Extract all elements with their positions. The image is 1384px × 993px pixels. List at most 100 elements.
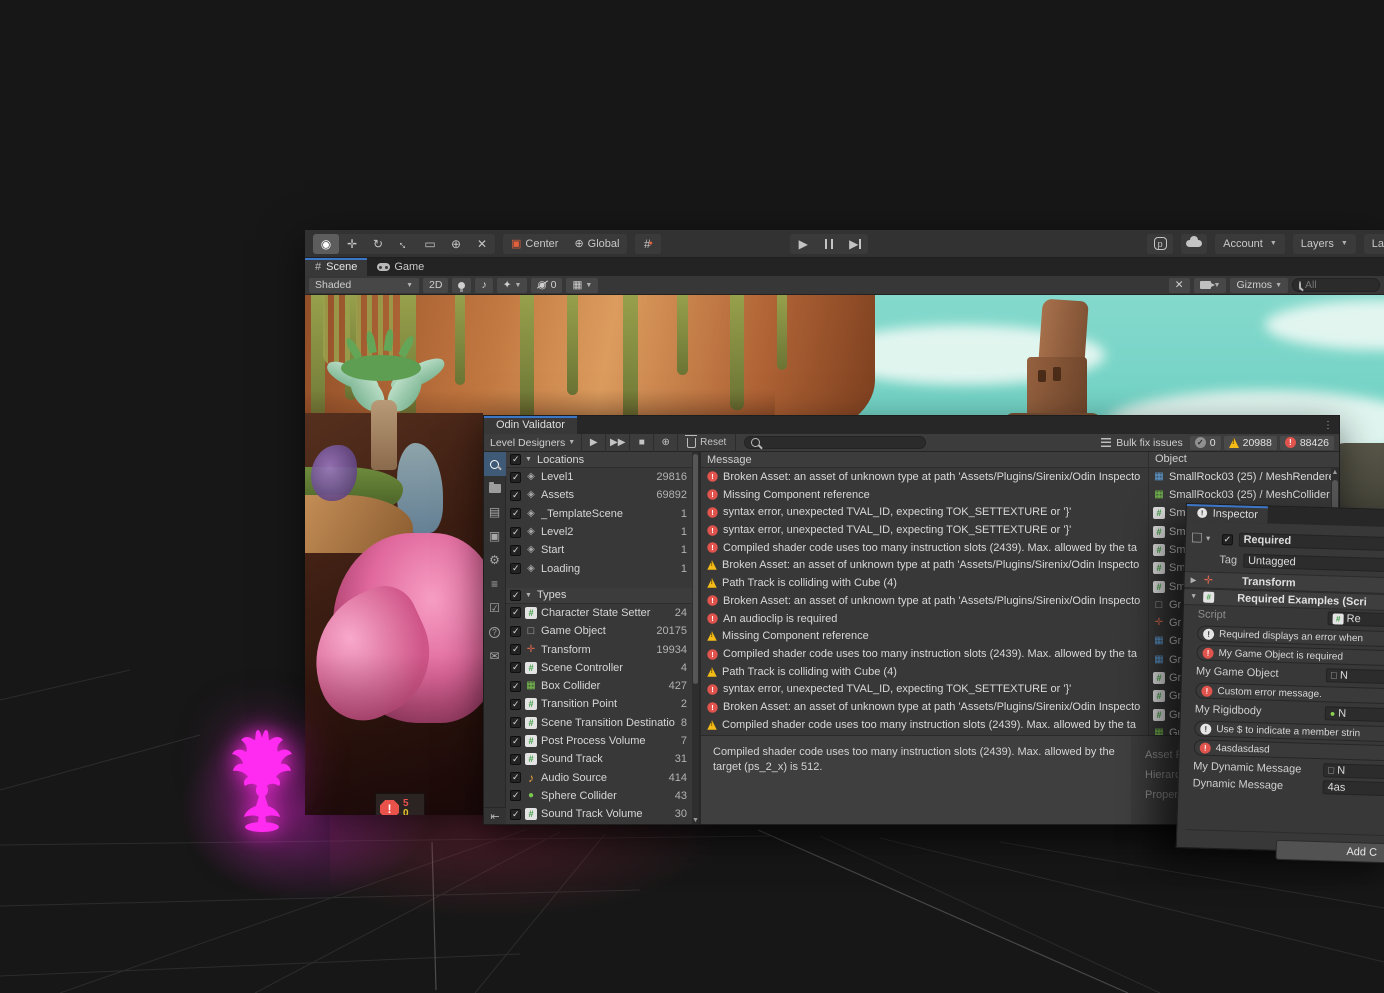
pivot-global-button[interactable]: ⊕Global [566, 234, 627, 254]
tab-game[interactable]: Game [367, 258, 434, 276]
magenta-plant-model[interactable] [228, 728, 296, 832]
message-row[interactable]: Broken Asset: an asset of unknown type a… [701, 468, 1148, 486]
object-row[interactable]: SmallRock03 (25) / MeshRendere [1149, 468, 1339, 486]
checkbox[interactable] [510, 590, 521, 601]
checkbox[interactable] [510, 644, 521, 655]
rect-tool-button[interactable]: ▭ [417, 234, 443, 254]
gizmos-dropdown[interactable]: Gizmos▼ [1230, 278, 1288, 293]
type-filter-row[interactable]: Post Process Volume 7 [506, 732, 699, 750]
layers-dropdown[interactable]: Layers▼ [1293, 234, 1356, 254]
step-button[interactable]: ▶ [842, 234, 868, 254]
checkbox[interactable] [510, 490, 521, 501]
cloud-button[interactable] [1181, 234, 1207, 254]
scroll-down-icon[interactable]: ▼ [692, 817, 699, 824]
message-row[interactable]: Missing Component reference [701, 486, 1148, 504]
message-row[interactable]: Compiled shader code uses too many instr… [701, 716, 1148, 734]
type-filter-row[interactable]: Transition Point 2 [506, 695, 699, 713]
scale-tool-button[interactable]: ↔ [391, 234, 417, 254]
validator-tab[interactable]: Odin Validator [484, 416, 577, 434]
message-row[interactable]: Compiled shader code uses too many instr… [701, 645, 1148, 663]
checkbox[interactable] [510, 472, 521, 483]
scene-validation-badge[interactable]: 5 0 [375, 793, 425, 815]
message-row[interactable]: syntax error, unexpected TVAL_ID, expect… [701, 503, 1148, 521]
help-icon[interactable]: ? [484, 620, 506, 644]
checkbox[interactable] [510, 790, 521, 801]
kebab-menu-icon[interactable]: ⋮ [1323, 420, 1333, 431]
reset-button[interactable]: Reset [678, 434, 736, 452]
message-row[interactable]: Path Track is colliding with Cube (4) [701, 663, 1148, 681]
run-button[interactable]: ▶ [582, 434, 606, 452]
checkbox[interactable] [510, 607, 521, 618]
stack-view-icon[interactable]: ≡ [484, 572, 506, 596]
filter-scrollbar[interactable]: ▼ [692, 452, 699, 824]
checkbox[interactable] [510, 454, 521, 465]
audio-toggle[interactable]: ♪ [475, 278, 492, 293]
scrollbar-thumb[interactable] [693, 454, 698, 684]
checkbox[interactable] [510, 717, 521, 728]
type-filter-row[interactable]: Sound Track Volume 30 [506, 805, 699, 823]
my-dynamic-message-field[interactable]: □N [1323, 763, 1384, 779]
location-filter-row[interactable]: Level1 29816 [506, 468, 699, 486]
checkbox[interactable] [510, 754, 521, 765]
pivot-center-button[interactable]: ▣Center [503, 234, 566, 254]
error-count-badge[interactable]: 88426 [1280, 436, 1334, 450]
foldout-triangle-icon[interactable]: ▼ [525, 456, 533, 463]
version-control-button[interactable]: p [1147, 234, 1173, 254]
checkbox[interactable] [510, 809, 521, 820]
foldout-triangle-icon[interactable]: ▼ [1190, 593, 1198, 600]
custom-tools-button[interactable]: ✕ [469, 234, 495, 254]
grid-snap-button[interactable]: #● [635, 234, 661, 254]
type-filter-row[interactable]: Sphere Collider 43 [506, 787, 699, 805]
account-dropdown[interactable]: Account▼ [1215, 234, 1285, 254]
type-filter-row[interactable]: Transform 19934 [506, 640, 699, 658]
shading-mode-dropdown[interactable]: Shaded▼ [309, 278, 419, 293]
object-column-header[interactable]: Object [1149, 452, 1339, 468]
effects-dropdown[interactable]: ✦▼ [497, 278, 528, 293]
message-column-header[interactable]: Message [701, 452, 1148, 468]
message-row[interactable]: Missing Component reference [701, 627, 1148, 645]
list-view-icon[interactable]: ▤ [484, 500, 506, 524]
validation-card-icon[interactable]: ▣ [484, 524, 506, 548]
checkbox[interactable] [510, 508, 521, 519]
checkbox[interactable] [510, 545, 521, 556]
message-row[interactable]: syntax error, unexpected TVAL_ID, expect… [701, 681, 1148, 699]
message-row[interactable]: Broken Asset: an asset of unknown type a… [701, 592, 1148, 610]
view-tool-button[interactable]: ◉ [313, 234, 339, 254]
script-object-field[interactable]: Re [1327, 611, 1384, 627]
checkbox[interactable] [510, 699, 521, 710]
checkbox[interactable] [510, 736, 521, 747]
stop-button[interactable]: ■ [630, 434, 654, 452]
message-row[interactable]: Path Track is colliding with Cube (4) [701, 574, 1148, 592]
folder-filter-icon[interactable] [484, 476, 506, 500]
scan-scope-button[interactable]: ⊕ [654, 434, 678, 452]
gameobject-name-field[interactable]: Required [1238, 533, 1384, 552]
message-row[interactable]: Broken Asset: an asset of unknown type a… [701, 557, 1148, 575]
type-filter-row[interactable]: Sound Track 31 [506, 750, 699, 768]
checkbox[interactable] [510, 626, 521, 637]
dynamic-message-input[interactable]: 4as [1322, 780, 1384, 796]
locations-section-header[interactable]: ▼ Locations [506, 452, 699, 468]
lighting-toggle[interactable] [452, 278, 471, 293]
valid-count-badge[interactable]: 0 [1190, 436, 1221, 450]
tab-scene[interactable]: #Scene [305, 258, 367, 276]
location-filter-row[interactable]: Assets 69892 [506, 486, 699, 504]
location-filter-row[interactable]: Level2 1 [506, 523, 699, 541]
foldout-triangle-icon[interactable]: ▶ [1191, 576, 1199, 584]
type-filter-row[interactable]: Scene Controller 4 [506, 659, 699, 677]
transform-tool-button[interactable]: ⊕ [443, 234, 469, 254]
type-filter-row[interactable]: Box Collider 427 [506, 677, 699, 695]
settings-gear-icon[interactable]: ⚙ [484, 548, 506, 572]
scene-tools-button[interactable]: ✕ [1169, 278, 1190, 293]
message-row[interactable]: Compiled shader code uses too many instr… [701, 539, 1148, 557]
message-row[interactable]: syntax error, unexpected TVAL_ID, expect… [701, 521, 1148, 539]
validator-search-field[interactable] [744, 436, 926, 449]
scroll-up-icon[interactable]: ▲ [1331, 469, 1339, 476]
foldout-triangle-icon[interactable]: ▼ [525, 592, 533, 599]
scene-search-field[interactable] [1292, 278, 1380, 292]
type-filter-row[interactable]: Game Object 20175 [506, 622, 699, 640]
type-filter-row[interactable]: Audio Source 414 [506, 768, 699, 786]
play-button[interactable]: ▶ [790, 234, 816, 254]
profile-dropdown[interactable]: Level Designers▼ [484, 434, 582, 452]
types-section-header[interactable]: ▼ Types [506, 588, 699, 604]
object-row[interactable]: SmallRock03 (25) / MeshCollider [1149, 486, 1339, 504]
